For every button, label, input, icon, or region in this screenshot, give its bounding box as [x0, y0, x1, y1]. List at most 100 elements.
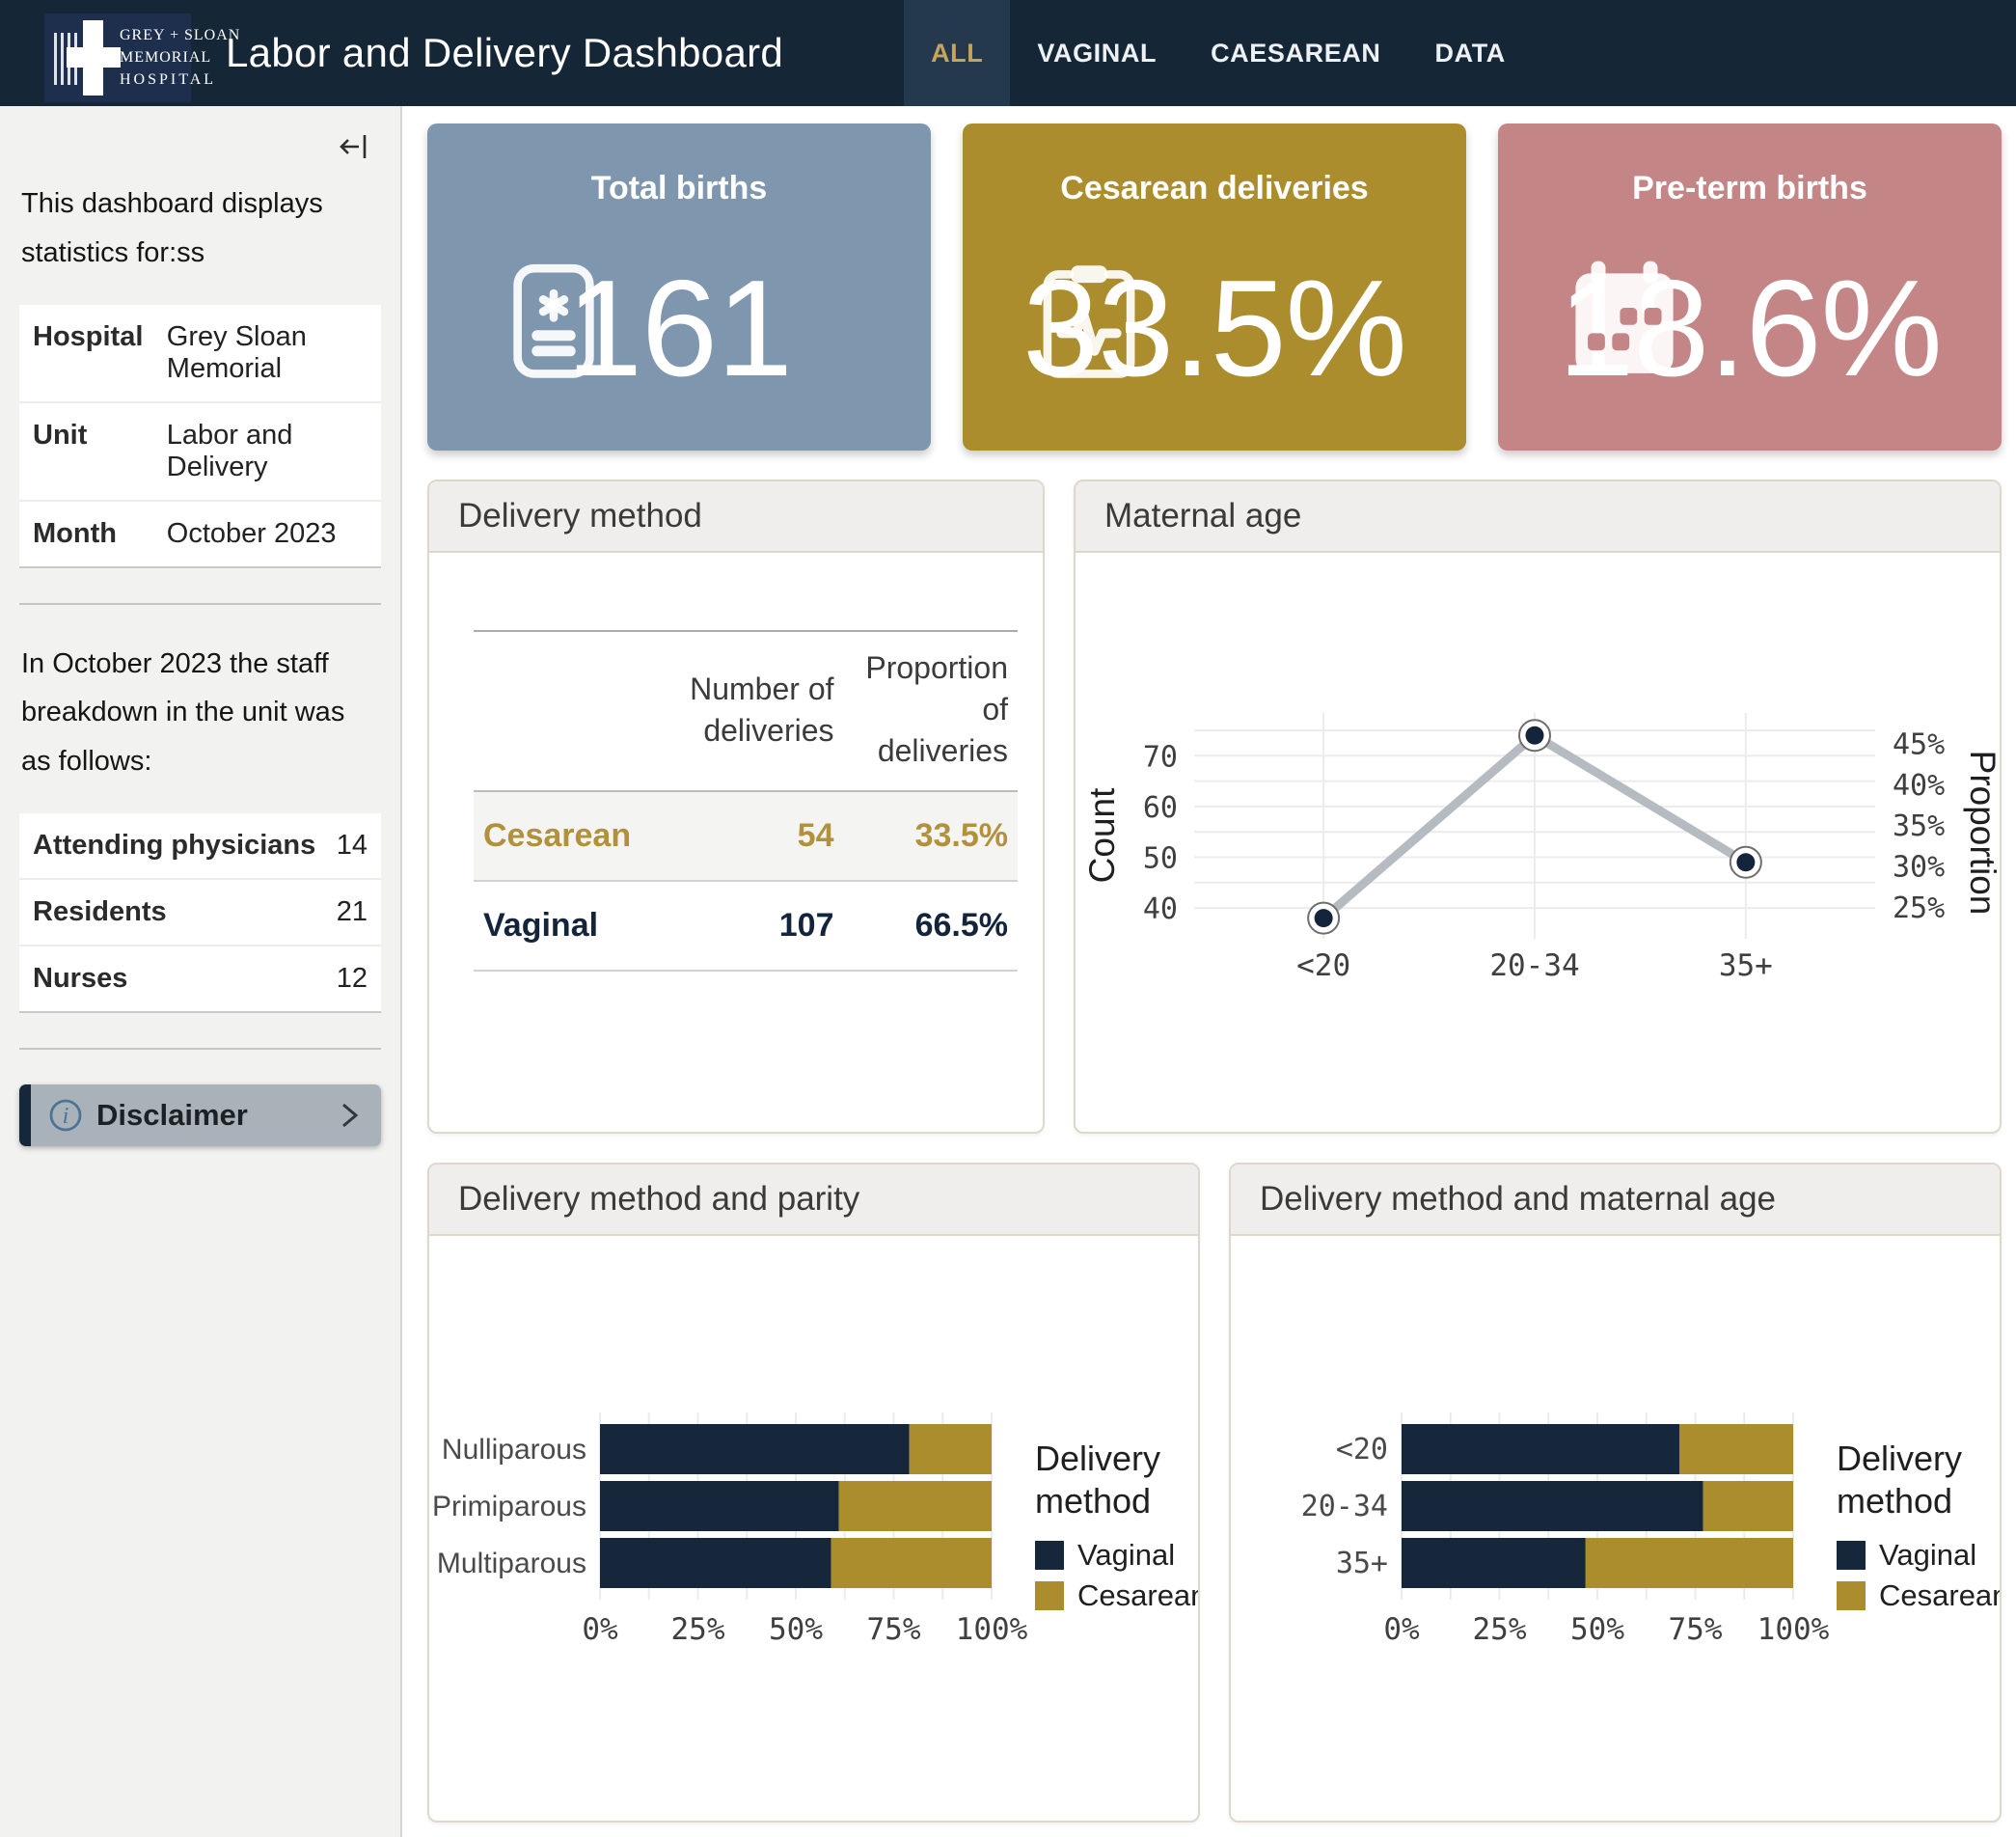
page-title: Labor and Delivery Dashboard [226, 30, 783, 76]
svg-text:Delivery: Delivery [1035, 1439, 1160, 1478]
logo-text: GREY + SLOAN MEMORIAL HOSPITAL [120, 24, 185, 92]
svg-text:0%: 0% [1383, 1612, 1420, 1647]
cell-proportion: 33.5% [844, 791, 1019, 881]
svg-text:method: method [1837, 1481, 1952, 1521]
nav-tabs: ALL VAGINAL CAESAREAN DATA [904, 0, 1533, 106]
svg-text:i: i [63, 1104, 69, 1129]
svg-text:50%: 50% [1570, 1612, 1624, 1647]
svg-text:50%: 50% [769, 1612, 823, 1647]
table-row: Month October 2023 [19, 500, 381, 566]
table-row: Nurses 12 [19, 945, 381, 1011]
row-label: Unit [33, 420, 167, 452]
delivery-method-maternal-age-chart: <20 20-34 35+ 0% 25% 50% 75% 100% Deliverymethod… [1231, 1236, 2000, 1823]
card-title: Delivery method [429, 481, 1043, 553]
svg-text:<20: <20 [1336, 1433, 1388, 1467]
svg-text:20-34: 20-34 [1301, 1490, 1388, 1523]
value-box-title: Pre-term births [1498, 170, 2002, 207]
value-box-total-births: Total births 161 [427, 123, 931, 451]
row-value: 21 [337, 896, 368, 928]
svg-text:Nulliparous: Nulliparous [442, 1434, 586, 1466]
delivery-method-table: Number of deliveries Proportion of deliv… [474, 630, 1018, 972]
svg-text:25%: 25% [1893, 891, 1945, 925]
table-row: Residents 21 [19, 878, 381, 945]
svg-text:100%: 100% [956, 1612, 1028, 1647]
chevron-right-icon [335, 1097, 364, 1134]
svg-text:60: 60 [1143, 791, 1178, 825]
row-label: Vaginal [474, 881, 669, 971]
table-row: Hospital Grey Sloan Memorial [19, 305, 381, 401]
tab-vaginal[interactable]: VAGINAL [1010, 0, 1184, 106]
column-header: Proportion of deliveries [844, 631, 1019, 791]
svg-text:Vaginal: Vaginal [1077, 1538, 1175, 1572]
svg-text:Delivery: Delivery [1837, 1439, 1962, 1478]
delivery-method-card: Delivery method Number of deliveries Pro… [427, 480, 1045, 1134]
svg-text:Cesarean: Cesarean [1879, 1578, 2000, 1612]
svg-text:25%: 25% [671, 1612, 725, 1647]
value-box-cesarean-deliveries: Cesarean deliveries 33.5% [963, 123, 1466, 451]
svg-text:35+: 35+ [1336, 1547, 1388, 1580]
tab-caesarean[interactable]: CAESAREAN [1184, 0, 1407, 106]
value-box-title: Cesarean deliveries [963, 170, 1466, 207]
sidebar-divider [19, 1048, 381, 1050]
svg-text:25%: 25% [1473, 1612, 1527, 1647]
tab-data[interactable]: DATA [1408, 0, 1533, 106]
row-label: Month [33, 518, 167, 550]
value-box-row: Total births 161 [427, 123, 2002, 451]
svg-text:40%: 40% [1893, 769, 1945, 803]
svg-text:Multiparous: Multiparous [437, 1548, 586, 1579]
maternal-age-card: Maternal age 4050607025%30%35%40%45%<202… [1074, 480, 2002, 1134]
info-icon: i [48, 1098, 83, 1133]
svg-text:Vaginal: Vaginal [1879, 1538, 1976, 1572]
hospital-logo: GREY + SLOAN MEMORIAL HOSPITAL [44, 14, 191, 102]
row-label: Hospital [33, 321, 167, 353]
svg-text:Count: Count [1082, 787, 1122, 883]
value-box-preterm-births: Pre-term births 18.6% [1498, 123, 2002, 451]
row-value: Labor and Delivery [167, 420, 368, 483]
table-row: Attending physicians 14 [19, 813, 381, 878]
svg-text:method: method [1035, 1481, 1151, 1521]
svg-text:20-34: 20-34 [1489, 948, 1579, 983]
cell-number: 107 [669, 881, 843, 971]
svg-text:Proportion: Proportion [1963, 751, 1999, 916]
svg-text:100%: 100% [1757, 1612, 1830, 1647]
row-label: Cesarean [474, 791, 669, 881]
cell-number: 54 [669, 791, 843, 881]
value-box-title: Total births [427, 170, 931, 207]
navbar: GREY + SLOAN MEMORIAL HOSPITAL Labor and… [0, 0, 2016, 106]
svg-text:30%: 30% [1893, 850, 1945, 884]
sidebar-intro-text: This dashboard displays statistics for:s… [21, 179, 379, 278]
svg-text:<20: <20 [1296, 948, 1350, 983]
sidebar: This dashboard displays statistics for:s… [0, 106, 402, 1837]
delivery-method-parity-chart: NulliparousPrimiparousMultiparous0%25%50… [429, 1236, 1198, 1823]
row-label: Attending physicians [33, 830, 337, 862]
disclaimer-label: Disclaimer [96, 1098, 335, 1133]
staff-table: Attending physicians 14 Residents 21 Nur… [19, 813, 381, 1013]
logo-cross-icon [67, 47, 121, 68]
disclaimer-button[interactable]: i Disclaimer [19, 1084, 381, 1146]
sidebar-divider [19, 603, 381, 605]
table-row: Unit Labor and Delivery [19, 401, 381, 500]
cell-proportion: 66.5% [844, 881, 1019, 971]
delivery-method-maternal-age-card: Delivery method and maternal age <2020-3… [1229, 1163, 2002, 1823]
staff-intro-text: In October 2023 the staff breakdown in t… [21, 640, 379, 786]
sidebar-collapse-icon[interactable] [335, 127, 373, 166]
svg-text:70: 70 [1143, 740, 1178, 774]
delivery-method-parity-card: Delivery method and parity Nulliparous Pr… [427, 1163, 1200, 1823]
row-value: 14 [337, 830, 368, 862]
svg-text:Cesarean: Cesarean [1077, 1578, 1198, 1612]
svg-text:40: 40 [1143, 892, 1178, 926]
row-value: Grey Sloan Memorial [167, 321, 368, 385]
row-label: Residents [33, 896, 337, 928]
svg-text:75%: 75% [867, 1612, 921, 1647]
svg-text:Primiparous: Primiparous [432, 1491, 586, 1522]
card-title: Delivery method and parity [429, 1165, 1198, 1236]
svg-text:35+: 35+ [1719, 948, 1773, 983]
svg-text:35%: 35% [1893, 809, 1945, 843]
table-header-row: Number of deliveries Proportion of deliv… [474, 631, 1018, 791]
row-label: Nurses [33, 963, 337, 995]
row-value: October 2023 [167, 518, 368, 550]
svg-text:75%: 75% [1669, 1612, 1723, 1647]
column-header: Number of deliveries [669, 631, 843, 791]
tab-all[interactable]: ALL [904, 0, 1010, 106]
calendar-week-icon [1558, 255, 1691, 393]
